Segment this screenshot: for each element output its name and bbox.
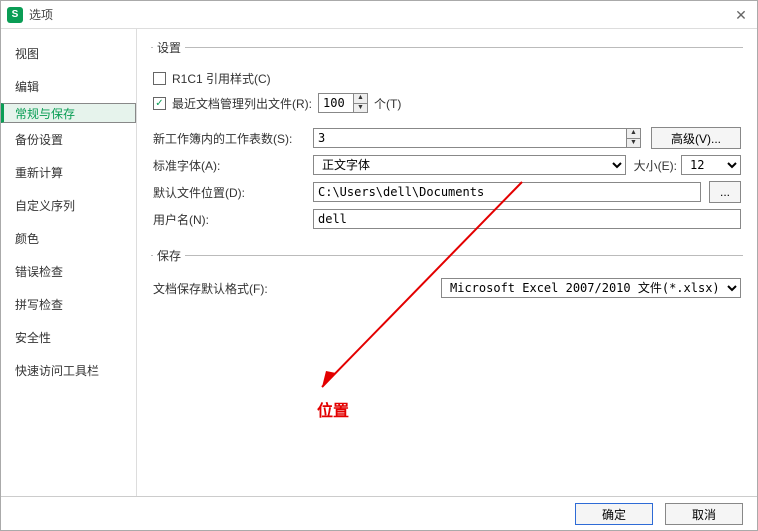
sidebar-item-5[interactable]: 自定义序列 (1, 189, 136, 222)
sidebar-item-2[interactable]: 常规与保存 (1, 103, 136, 123)
username-input[interactable] (313, 209, 741, 229)
settings-legend: 设置 (153, 39, 185, 56)
window-title: 选项 (29, 6, 53, 23)
sidebar-item-7[interactable]: 错误检查 (1, 255, 136, 288)
annotation-text: 位置 (317, 397, 349, 421)
sidebar-item-8[interactable]: 拼写检查 (1, 288, 136, 321)
recent-checkbox[interactable]: ✓ (153, 97, 166, 110)
ok-button[interactable]: 确定 (575, 503, 653, 525)
default-path-input[interactable] (313, 182, 701, 202)
sidebar-item-0[interactable]: 视图 (1, 37, 136, 70)
sidebar-item-1[interactable]: 编辑 (1, 70, 136, 103)
sheets-input[interactable] (313, 128, 641, 148)
sidebar-item-9[interactable]: 安全性 (1, 321, 136, 354)
format-label: 文档保存默认格式(F): (153, 280, 313, 297)
size-select[interactable]: 12 (681, 155, 741, 175)
settings-group: 设置 R1C1 引用样式(C) ✓ 最近文档管理列出文件(R): ▲▼ 个(T)… (151, 39, 743, 237)
r1c1-checkbox[interactable] (153, 72, 166, 85)
content-panel: 设置 R1C1 引用样式(C) ✓ 最近文档管理列出文件(R): ▲▼ 个(T)… (137, 29, 757, 497)
dialog-footer: 确定 取消 (1, 496, 757, 530)
user-label: 用户名(N): (153, 211, 313, 228)
spin-down-icon[interactable]: ▼ (626, 139, 640, 148)
format-select[interactable]: Microsoft Excel 2007/2010 文件(*.xlsx) (441, 278, 741, 298)
path-label: 默认文件位置(D): (153, 184, 313, 201)
size-label: 大小(E): (634, 157, 677, 174)
sidebar-item-4[interactable]: 重新计算 (1, 156, 136, 189)
browse-button[interactable]: ... (709, 181, 741, 203)
spin-down-icon[interactable]: ▼ (353, 104, 367, 113)
advanced-button[interactable]: 高级(V)... (651, 127, 741, 149)
recent-label: 最近文档管理列出文件(R): (172, 95, 312, 112)
sidebar-item-6[interactable]: 颜色 (1, 222, 136, 255)
font-label: 标准字体(A): (153, 157, 313, 174)
sidebar-item-3[interactable]: 备份设置 (1, 123, 136, 156)
font-select[interactable]: 正文字体 (313, 155, 626, 175)
sidebar-item-10[interactable]: 快速访问工具栏 (1, 354, 136, 387)
save-legend: 保存 (153, 247, 185, 264)
save-group: 保存 文档保存默认格式(F): Microsoft Excel 2007/201… (151, 247, 743, 306)
spin-up-icon[interactable]: ▲ (626, 129, 640, 139)
close-icon[interactable]: ✕ (731, 5, 751, 25)
spin-up-icon[interactable]: ▲ (353, 94, 367, 104)
sidebar: 视图编辑常规与保存备份设置重新计算自定义序列颜色错误检查拼写检查安全性快速访问工… (1, 29, 137, 497)
titlebar: S 选项 ✕ (1, 1, 757, 29)
app-logo-icon: S (7, 7, 23, 23)
cancel-button[interactable]: 取消 (665, 503, 743, 525)
r1c1-label: R1C1 引用样式(C) (172, 70, 271, 87)
recent-unit: 个(T) (374, 95, 401, 112)
sheets-label: 新工作簿内的工作表数(S): (153, 130, 313, 147)
